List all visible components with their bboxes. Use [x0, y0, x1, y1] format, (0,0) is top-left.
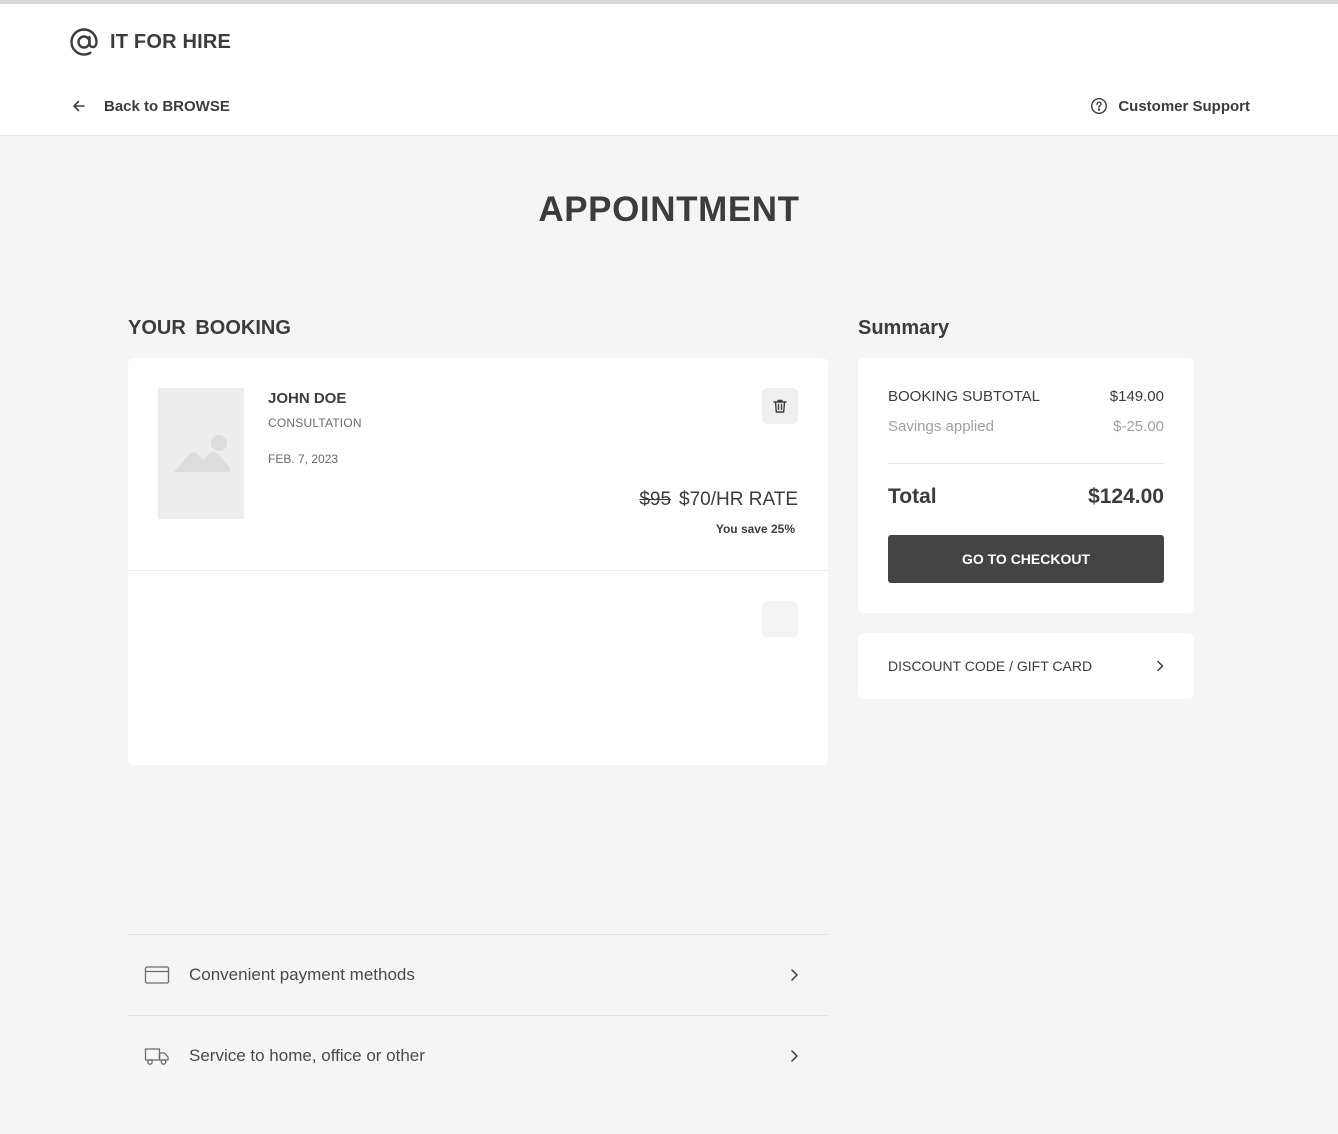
savings-label: Savings applied — [888, 418, 994, 435]
arrow-left-icon — [73, 100, 85, 112]
savings-row: Savings applied $-25.00 — [888, 418, 1164, 435]
payment-methods-label: Convenient payment methods — [189, 965, 415, 984]
original-price: $95 — [639, 489, 672, 510]
help-circle-icon — [1091, 97, 1108, 115]
booking-thumbnail — [158, 388, 244, 519]
discount-code-row[interactable]: DISCOUNT CODE / GIFT CARD — [858, 633, 1194, 699]
total-label: Total — [888, 485, 937, 508]
chevron-right-icon — [1157, 660, 1164, 672]
booking-date: FEB. 7, 2023 — [268, 452, 339, 466]
service-type: CONSULTATION — [268, 416, 362, 430]
image-placeholder-icon — [174, 435, 230, 472]
savings-note: You save 25% — [715, 522, 795, 536]
total-row: Total $124.00 — [888, 485, 1164, 509]
provider-name: JOHN DOE — [268, 390, 347, 407]
chevron-right-icon — [791, 1050, 798, 1062]
discounted-rate: $70/HR RATE — [679, 489, 798, 510]
remove-booking-button[interactable] — [762, 388, 798, 424]
booking-card: JOHN DOE CONSULTATION FEB. 7, 2023 $95 $… — [128, 358, 828, 765]
discount-code-label: DISCOUNT CODE / GIFT CARD — [888, 658, 1093, 674]
summary-section-title: Summary — [858, 317, 950, 339]
customer-support-link[interactable]: Customer Support — [1090, 97, 1250, 115]
page-title: APPOINTMENT — [538, 190, 800, 229]
total-value: $124.00 — [1088, 485, 1164, 508]
price-row: $95 $70/HR RATE — [639, 489, 798, 511]
support-link-label: Customer Support — [1118, 97, 1250, 115]
credit-card-icon — [144, 966, 170, 984]
back-link-label: Back to BROWSE — [104, 97, 230, 115]
summary-divider — [888, 463, 1164, 464]
subtotal-value: $149.00 — [1109, 388, 1164, 405]
summary-card: BOOKING SUBTOTAL $149.00 Savings applied… — [858, 358, 1194, 613]
savings-value: $-25.00 — [1113, 418, 1164, 435]
site-header: IT FOR HIRE Back to BROWSE Customer Supp… — [0, 4, 1338, 136]
subtotal-row: BOOKING SUBTOTAL $149.00 — [888, 388, 1164, 405]
back-to-browse-link[interactable]: Back to BROWSE — [70, 97, 230, 115]
chevron-right-icon — [791, 969, 798, 981]
brand-name: IT FOR HIRE — [110, 30, 232, 53]
brand-logo[interactable]: IT FOR HIRE — [68, 26, 231, 58]
go-to-checkout-button[interactable]: GO TO CHECKOUT — [888, 535, 1164, 583]
empty-slot-button — [762, 601, 798, 637]
booking-divider — [128, 570, 828, 571]
payment-methods-row[interactable]: Convenient payment methods — [128, 934, 828, 1015]
at-sign-icon — [70, 28, 98, 56]
subtotal-label: BOOKING SUBTOTAL — [888, 388, 1040, 405]
service-location-row[interactable]: Service to home, office or other — [128, 1015, 828, 1096]
trash-icon — [773, 399, 787, 413]
service-location-label: Service to home, office or other — [189, 1046, 425, 1065]
booking-section-title: YOUR BOOKING — [128, 317, 291, 339]
truck-icon — [144, 1048, 169, 1065]
